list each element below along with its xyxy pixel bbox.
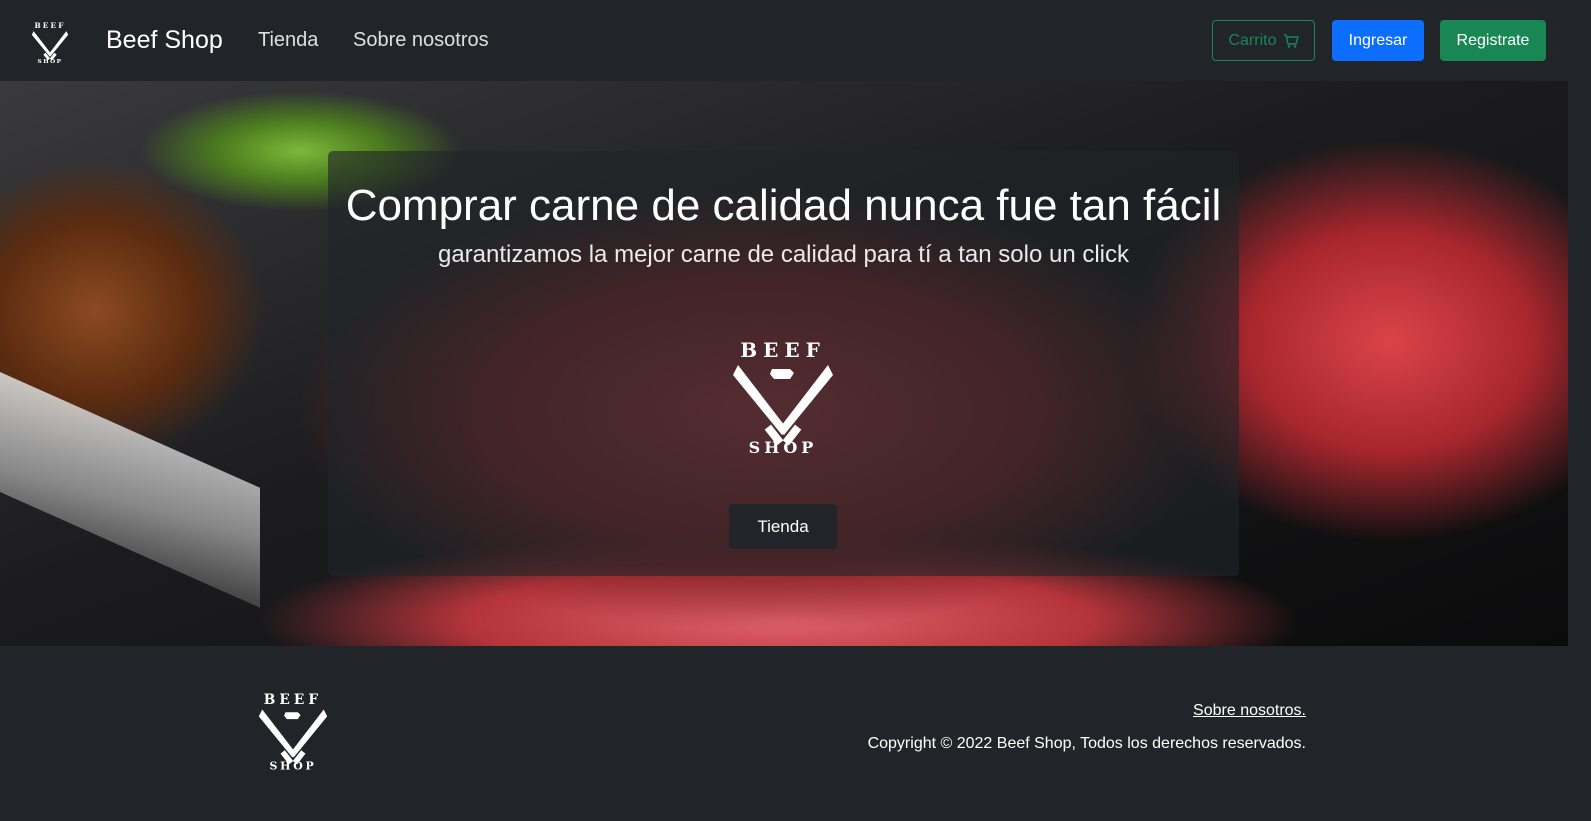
cart-icon bbox=[1283, 33, 1299, 48]
svg-text:BEEF: BEEF bbox=[740, 338, 826, 362]
footer: BEEF SHOP Sobre nosotros. Copyright © 20… bbox=[0, 646, 1591, 821]
svg-text:SHOP: SHOP bbox=[38, 59, 63, 64]
svg-text:SHOP: SHOP bbox=[270, 760, 317, 771]
svg-text:SHOP: SHOP bbox=[749, 438, 818, 455]
svg-text:BEEF: BEEF bbox=[34, 21, 65, 30]
cart-button[interactable]: Carrito bbox=[1212, 20, 1315, 61]
hero-card: Comprar carne de calidad nunca fue tan f… bbox=[328, 151, 1239, 576]
beef-shop-logo-icon[interactable]: BEEF SHOP bbox=[30, 20, 70, 64]
hero-title: Comprar carne de calidad nunca fue tan f… bbox=[345, 181, 1222, 230]
svg-text:BEEF: BEEF bbox=[264, 692, 322, 708]
knife-blade-decoration bbox=[0, 354, 260, 608]
footer-sobre-nosotros-link[interactable]: Sobre nosotros. bbox=[1193, 702, 1306, 720]
beef-shop-logo-icon: BEEF SHOP bbox=[733, 338, 833, 455]
cart-button-label: Carrito bbox=[1228, 31, 1277, 49]
login-button[interactable]: Ingresar bbox=[1332, 20, 1424, 61]
hero-tienda-button[interactable]: Tienda bbox=[729, 504, 837, 549]
register-button[interactable]: Registrate bbox=[1440, 20, 1546, 61]
nav-link-tienda[interactable]: Tienda bbox=[258, 29, 318, 52]
beef-shop-logo-icon: BEEF SHOP bbox=[258, 692, 328, 771]
brand-link[interactable]: Beef Shop bbox=[106, 26, 223, 55]
nav-link-sobre-nosotros[interactable]: Sobre nosotros bbox=[353, 29, 489, 52]
navbar: BEEF SHOP Beef Shop Tienda Sobre nosotro… bbox=[0, 0, 1591, 81]
footer-copyright: Copyright © 2022 Beef Shop, Todos los de… bbox=[867, 735, 1306, 752]
hero-subtitle: garantizamos la mejor carne de calidad p… bbox=[437, 241, 1130, 268]
